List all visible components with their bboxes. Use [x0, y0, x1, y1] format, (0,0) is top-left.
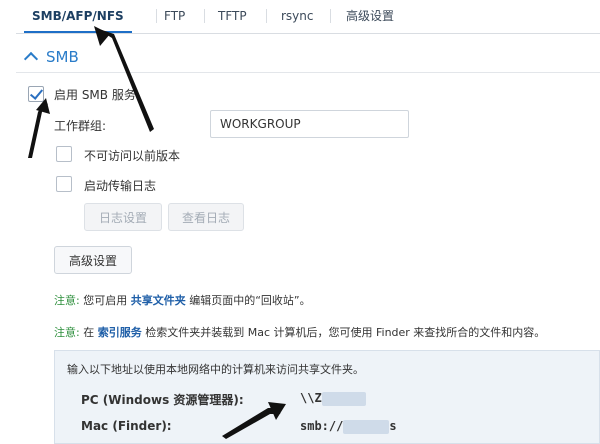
redacted-block — [321, 391, 366, 406]
note-tag: 注意: — [54, 294, 80, 307]
tab-separator — [330, 9, 331, 23]
prev-versions-checkbox[interactable] — [56, 146, 72, 162]
tab-smb-afp-nfs[interactable]: SMB/AFP/NFS — [24, 0, 132, 33]
mac-address-suffix: s — [389, 419, 397, 433]
shared-folder-link[interactable]: 共享文件夹 — [131, 294, 186, 307]
transfer-log-label: 启动传输日志 — [84, 179, 157, 193]
note-text: 您可启用 — [83, 294, 128, 307]
note-text: 在 — [83, 326, 95, 339]
pc-label: PC (Windows 资源管理器): — [81, 393, 244, 407]
mac-label: Mac (Finder): — [81, 419, 172, 433]
note-tag: 注意: — [54, 326, 80, 339]
log-settings-button[interactable]: 日志设置 — [84, 203, 162, 231]
note-recycle-bin: 注意: 您可启用 共享文件夹 编辑页面中的“回收站”。 — [54, 292, 311, 308]
section-title: SMB — [46, 48, 79, 66]
tab-advanced-settings[interactable]: 高级设置 — [338, 0, 402, 32]
arrow-to-enable-checkbox — [28, 102, 48, 158]
transfer-log-checkbox[interactable] — [56, 176, 72, 192]
workgroup-label: 工作群组: — [54, 119, 107, 133]
advanced-settings-button[interactable]: 高级设置 — [54, 246, 132, 274]
prev-versions-label: 不可访问以前版本 — [84, 149, 181, 163]
chevron-up-icon — [23, 51, 39, 67]
indexing-service-link[interactable]: 索引服务 — [98, 326, 142, 339]
tab-rsync[interactable]: rsync — [273, 0, 322, 32]
tab-ftp[interactable]: FTP — [156, 0, 193, 32]
tab-separator — [204, 9, 205, 23]
access-intro: 输入以下地址以使用本地网络中的计算机来访问共享文件夹。 — [67, 363, 364, 376]
section-divider — [16, 72, 600, 73]
redacted-block — [343, 419, 390, 434]
protocol-tabs: SMB/AFP/NFS FTP TFTP rsync 高级设置 — [16, 0, 600, 34]
note-text: 检索文件夹并装载到 Mac 计算机后，您可使用 Finder 来查找所合的文件和… — [145, 326, 546, 339]
enable-smb-label: 启用 SMB 服务 — [54, 88, 136, 102]
tab-tftp[interactable]: TFTP — [210, 0, 255, 32]
mac-address: smb:// s — [300, 419, 397, 434]
access-info-box: 输入以下地址以使用本地网络中的计算机来访问共享文件夹。 PC (Windows … — [54, 350, 600, 444]
note-text: 编辑页面中的“回收站”。 — [189, 294, 311, 307]
enable-smb-checkbox[interactable] — [28, 86, 44, 102]
view-log-button[interactable]: 查看日志 — [168, 203, 244, 231]
pc-address-prefix: \\Z — [300, 391, 322, 405]
workgroup-input[interactable] — [210, 110, 409, 138]
note-indexing: 注意: 在 索引服务 检索文件夹并装载到 Mac 计算机后，您可使用 Finde… — [54, 324, 545, 340]
tab-separator — [266, 9, 267, 23]
smb-section-header[interactable]: SMB — [23, 48, 79, 67]
mac-address-prefix: smb:// — [300, 419, 344, 433]
pc-address: \\Z — [300, 391, 366, 406]
